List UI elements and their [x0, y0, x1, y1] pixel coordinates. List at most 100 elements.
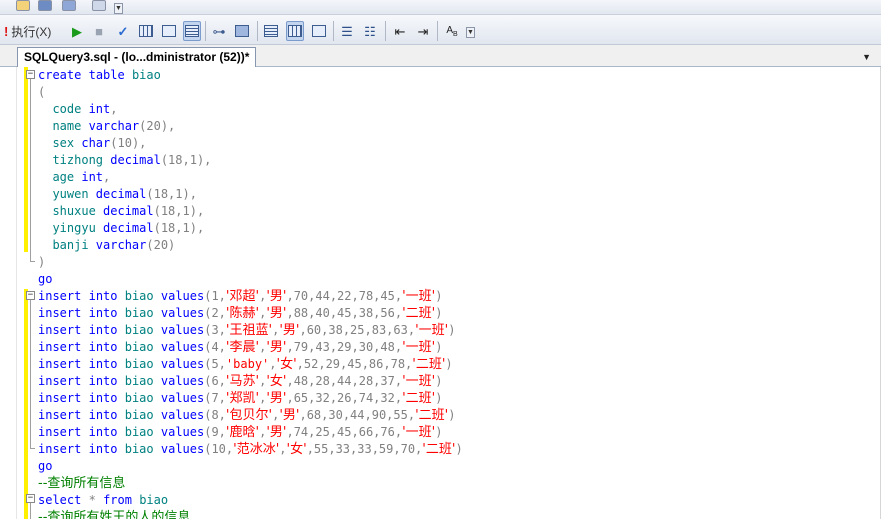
sql-editor[interactable]: − − − create table biao( code int, name … — [0, 67, 881, 519]
query-options-button[interactable] — [160, 21, 178, 41]
code-line[interactable]: insert into biao values(7,'郑凯','男',65,32… — [38, 390, 463, 407]
code-token: int — [88, 102, 111, 116]
code-token: values — [160, 323, 205, 337]
code-token: biao — [139, 493, 169, 507]
code-line[interactable]: insert into biao values(4,'李晨','男',79,43… — [38, 339, 463, 356]
display-estimated-plan-button[interactable] — [137, 21, 155, 41]
toolbar-overflow-arrow-icon[interactable]: ▼ — [466, 27, 475, 38]
code-line[interactable]: --查询所有信息 — [38, 475, 463, 492]
code-line[interactable]: banji varchar(20) — [38, 237, 463, 254]
save-all-icon[interactable] — [62, 0, 76, 11]
collapse-icon[interactable]: − — [26, 291, 35, 300]
code-token: (10, — [204, 442, 234, 456]
tab-sqlquery3[interactable]: SQLQuery3.sql - (lo...dministrator (52))… — [17, 47, 257, 67]
cancel-query-button[interactable]: ■ — [90, 21, 108, 41]
code-token: biao — [124, 425, 154, 439]
decrease-indent-button[interactable]: ⇤ — [391, 21, 409, 41]
code-line[interactable]: yuwen decimal(18,1), — [38, 186, 463, 203]
code-line[interactable]: tizhong decimal(18,1), — [38, 152, 463, 169]
code-token: (3, — [204, 323, 226, 337]
code-line[interactable]: shuxue decimal(18,1), — [38, 203, 463, 220]
code-line[interactable]: insert into biao values(3,'王祖蓝','男',60,3… — [38, 322, 463, 339]
uncomment-selection-button[interactable]: ☷ — [361, 21, 379, 41]
open-file-icon[interactable] — [16, 0, 30, 11]
statistics-icon — [235, 25, 249, 37]
code-token: values — [160, 442, 205, 456]
code-line[interactable]: yingyu decimal(18,1), — [38, 220, 463, 237]
execute-button[interactable]: ! 执行(X) — [4, 21, 66, 41]
code-token: * — [88, 493, 96, 507]
code-line[interactable]: insert into biao values(10,'范冰冰','女',55,… — [38, 441, 463, 458]
code-line[interactable]: sex char(10), — [38, 135, 463, 152]
code-line[interactable]: age int, — [38, 169, 463, 186]
code-line[interactable]: insert into biao values(1,'邓超','男',70,44… — [38, 288, 463, 305]
top-toolbar: ▼ — [0, 0, 881, 15]
code-token: values — [160, 408, 205, 422]
code-line[interactable]: go — [38, 458, 463, 475]
code-line[interactable]: insert into biao values(9,'鹿晗','男',74,25… — [38, 424, 463, 441]
code-token: sex — [38, 136, 82, 150]
save-icon[interactable] — [38, 0, 52, 11]
code-line[interactable]: ( — [38, 84, 463, 101]
results-to-grid-button[interactable] — [183, 21, 201, 41]
code-token: '一班' — [402, 425, 436, 440]
code-token: --查询所有信息 — [38, 476, 126, 491]
execute-label: 执行(X) — [11, 24, 52, 39]
results-to-file-button[interactable] — [310, 21, 328, 41]
activity-monitor-icon[interactable] — [92, 0, 106, 11]
comment-selection-button[interactable]: ☰ — [338, 21, 356, 41]
code-line[interactable]: create table biao — [38, 67, 463, 84]
code-line[interactable]: --查询所有姓王的人的信息 — [38, 509, 463, 519]
outdent-icon: ⇤ — [394, 23, 406, 39]
fold-end-marker — [30, 448, 35, 449]
code-token: ,55,33,33,59,70, — [306, 442, 423, 456]
include-actual-plan-button[interactable]: ⊶ — [210, 21, 228, 41]
code-line[interactable]: code int, — [38, 101, 463, 118]
code-token: '男' — [266, 340, 287, 355]
code-line[interactable]: name varchar(20), — [38, 118, 463, 135]
code-line[interactable]: insert into biao values(5,'baby','女',52,… — [38, 356, 463, 373]
code-token: values — [160, 306, 205, 320]
code-line[interactable]: go — [38, 271, 463, 288]
collapse-icon[interactable]: − — [26, 70, 35, 79]
code-token: insert — [38, 357, 82, 371]
change-tracking-bar — [24, 67, 28, 252]
code-line[interactable]: insert into biao values(6,'马苏','女',48,28… — [38, 373, 463, 390]
code-line[interactable]: select * from biao — [38, 492, 463, 509]
code-token: ,79,43,29,30,48, — [286, 340, 403, 354]
results-to-text-button[interactable] — [262, 21, 280, 41]
results-to-grid-toggle[interactable] — [286, 21, 304, 41]
code-token: table — [88, 68, 125, 82]
increase-indent-button[interactable]: ⇥ — [414, 21, 432, 41]
client-statistics-button[interactable] — [233, 21, 251, 41]
code-text[interactable]: create table biao( code int, name varcha… — [38, 67, 463, 519]
fold-guide — [30, 300, 31, 448]
code-line[interactable]: ) — [38, 254, 463, 271]
document-tab-bar: SQLQuery3.sql - (lo...dministrator (52))… — [0, 45, 881, 67]
code-token: ,70,44,22,78,45, — [286, 289, 403, 303]
code-token: into — [88, 425, 118, 439]
parse-button[interactable]: ✓ — [114, 21, 132, 41]
code-token: values — [160, 357, 205, 371]
code-line[interactable]: insert into biao values(8,'包贝尔','男',68,3… — [38, 407, 463, 424]
code-token: (20) — [146, 238, 176, 252]
code-line[interactable]: insert into biao values(2,'陈赫','男',88,40… — [38, 305, 463, 322]
specify-template-values-button[interactable]: AB — [443, 21, 461, 41]
toolbar-options-arrow-icon[interactable]: ▼ — [114, 3, 123, 14]
tab-list-arrow-icon[interactable]: ▼ — [862, 52, 871, 62]
collapse-icon[interactable]: − — [26, 494, 35, 503]
code-token: values — [160, 289, 205, 303]
code-token: int — [81, 170, 104, 184]
indent-icon: ⇥ — [417, 23, 429, 39]
code-token: '女' — [286, 442, 307, 457]
toolbar-separator — [437, 21, 438, 41]
debug-button[interactable]: ▶ — [68, 21, 86, 41]
